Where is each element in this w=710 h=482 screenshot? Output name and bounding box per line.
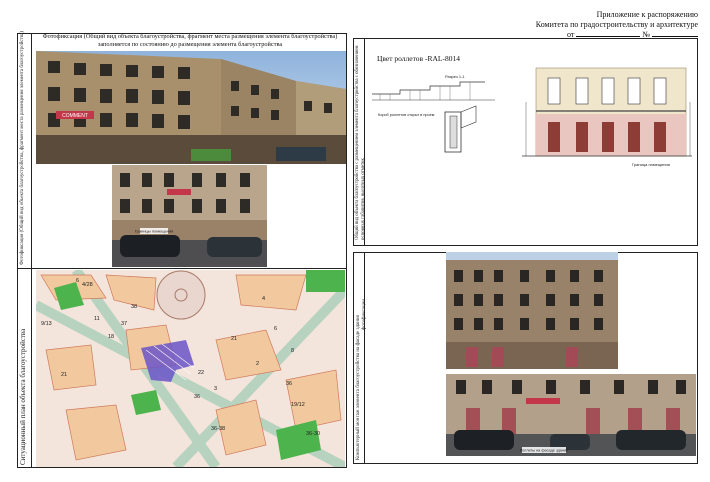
svg-text:36-38: 36-38 — [211, 426, 225, 432]
header-line-1: Приложение к распоряжению — [596, 10, 698, 19]
svg-text:37: 37 — [121, 321, 127, 327]
left-top-side-label: Фотофиксация (Общий вид объекта благоуст… — [20, 31, 25, 265]
right-bottom-side-label-2: фотофиксации — [362, 298, 367, 330]
left-top-caption: Фотофиксация (Общий вид объекта благоуст… — [42, 33, 338, 48]
svg-text:38: 38 — [131, 304, 137, 310]
svg-text:4: 4 — [262, 296, 265, 302]
svg-text:2: 2 — [256, 361, 259, 367]
left-divider — [17, 268, 347, 269]
svg-text:18: 18 — [108, 334, 114, 340]
svg-text:9/13: 9/13 — [41, 321, 52, 327]
svg-text:4/28: 4/28 — [82, 282, 93, 288]
svg-text:36: 36 — [194, 394, 200, 400]
svg-text:11: 11 — [94, 316, 100, 322]
shop-sign-text: COMMENT — [62, 113, 88, 119]
building-photo-wide: COMMENT — [36, 51, 346, 164]
svg-text:6: 6 — [274, 326, 277, 332]
svg-text:Короб роллетов открыт в проем: Короб роллетов открыт в проем — [378, 113, 435, 117]
right-bottom-label-line — [364, 252, 365, 464]
svg-text:8: 8 — [291, 348, 294, 354]
svg-text:36: 36 — [286, 381, 292, 387]
svg-text:21: 21 — [61, 372, 67, 378]
svg-text:Разрез 1-1: Разрез 1-1 — [445, 74, 465, 79]
svg-text:22: 22 — [198, 370, 204, 376]
svg-text:19/12: 19/12 — [291, 402, 305, 408]
left-bottom-side-label: Ситуационный план объекта благоустройств… — [19, 328, 27, 465]
color-title: Цвет роллетов -RAL-8014 — [377, 54, 460, 63]
building-photo-closeup: Границы помещения — [112, 165, 267, 267]
right-top-side-label: Общий вид объекта благоустройства с разм… — [355, 45, 366, 240]
rollet-drawing: Разрез 1-1 Короб роллетов открыт в проем — [372, 74, 495, 153]
situational-map: 6 11 38 4/28 9/13 37 18 22 3 36 36-38 4 … — [36, 270, 345, 467]
boundary-label: Границы помещения — [135, 229, 174, 234]
facade-elevation: Граница помещения — [522, 67, 692, 167]
svg-text:6: 6 — [76, 278, 79, 284]
facade-closeup-photo: Роллеты на фасаде здания — [446, 374, 696, 456]
svg-text:Роллеты на фасаде здания: Роллеты на фасаде здания — [520, 449, 568, 453]
facade-montage-photo — [446, 252, 618, 369]
right-bottom-side-label: Компьютерный монтаж элемента благоустрой… — [356, 315, 361, 460]
header-line-2: Комитета по градостроительству и архитек… — [535, 20, 698, 29]
svg-text:21: 21 — [231, 336, 237, 342]
svg-text:36-30: 36-30 — [306, 431, 320, 437]
svg-text:3: 3 — [214, 386, 217, 392]
svg-text:Граница помещения: Граница помещения — [632, 162, 670, 167]
left-label-column-line — [31, 33, 32, 468]
document-header: Приложение к распоряжению Комитета по гр… — [498, 10, 698, 40]
